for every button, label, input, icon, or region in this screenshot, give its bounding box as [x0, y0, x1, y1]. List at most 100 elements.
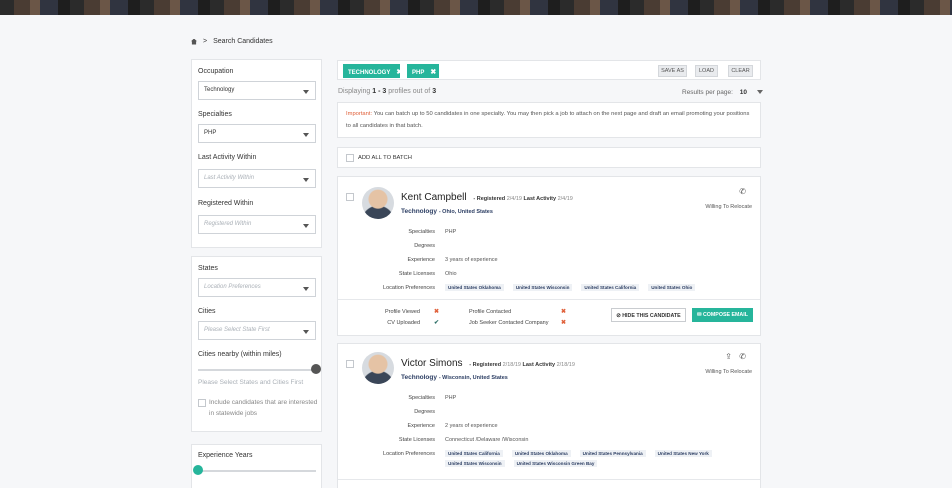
share-icon[interactable]: ⇪	[725, 352, 732, 361]
candidate-checkbox[interactable]	[346, 360, 354, 368]
notice-important: Important:	[346, 111, 373, 117]
willing-relocate: Willing To Relocate	[705, 369, 752, 375]
location-pref-chip: United States New York	[654, 450, 712, 457]
cv-uploaded-label: CV Uploaded	[387, 320, 420, 326]
location-text: - Ohio, United States	[438, 209, 493, 215]
occupation-select[interactable]: Technology	[198, 81, 316, 100]
registered-select[interactable]: Registered Within	[198, 215, 316, 234]
tag-php[interactable]: PHP ✖	[407, 64, 439, 78]
experience-label: Experience Years	[198, 452, 253, 459]
chevron-down-icon	[303, 133, 309, 137]
candidate-name-row: Kent Campbell - Registered 2/4/19 Last A…	[401, 192, 573, 203]
states-placeholder: Location Preferences	[204, 284, 261, 290]
cities-select[interactable]: Please Select State First	[198, 321, 316, 340]
nearby-label: Cities nearby (within miles)	[198, 351, 282, 358]
states-select[interactable]: Location Preferences	[198, 278, 316, 297]
phone-icon[interactable]: ✆	[739, 352, 746, 361]
close-icon[interactable]: ✖	[396, 69, 402, 76]
registered-date: 2/4/19	[506, 196, 522, 202]
load-button[interactable]: LOAD	[695, 65, 718, 77]
state-licenses-value: Connecticut /Delaware /Wisconsin	[445, 437, 529, 443]
state-licenses-value: Ohio	[445, 271, 457, 277]
last-activity-select[interactable]: Last Activity Within	[198, 169, 316, 188]
candidate-name[interactable]: Kent Campbell	[401, 192, 467, 203]
chevron-down-icon	[303, 287, 309, 291]
chevron-down-icon	[303, 90, 309, 94]
tag-technology[interactable]: TECHNOLOGY ✖	[343, 64, 402, 78]
profile-contacted-label: Profile Contacted	[469, 309, 512, 315]
statewide-checkbox[interactable]	[198, 399, 206, 407]
nearby-slider-track[interactable]	[198, 369, 314, 371]
add-all-checkbox[interactable]	[346, 154, 354, 162]
state-licenses-key: State Licenses	[398, 437, 435, 443]
avatar[interactable]	[362, 352, 394, 384]
home-icon[interactable]	[191, 38, 197, 45]
location-pref-chip: United States Wisconsin	[445, 460, 505, 467]
states-label: States	[198, 265, 218, 272]
experience-value: 2 years of experience	[445, 423, 498, 429]
search-tags-bar: TECHNOLOGY ✖ PHP ✖ SAVE AS LOAD CLEAR	[337, 60, 761, 80]
hide-candidate-button[interactable]: ⊘ HIDE THIS CANDIDATE	[611, 308, 686, 322]
nearby-hint: Please Select States and Cities First	[198, 379, 304, 386]
registered-label: - Registered	[473, 196, 506, 202]
location-pref-chip: United States Wisconsin	[512, 284, 573, 291]
experience-key: Experience	[407, 423, 435, 429]
results-range: 1 - 3	[372, 88, 387, 95]
clear-button[interactable]: CLEAR	[728, 65, 753, 77]
candidate-name-row: Victor Simons - Registered 2/18/19 Last …	[401, 358, 575, 369]
breadcrumb-current: Search Candidates	[213, 38, 273, 45]
breadcrumb-separator: >	[203, 38, 208, 45]
occupation-label: Occupation	[198, 68, 234, 75]
profile-viewed-label: Profile Viewed	[384, 309, 420, 315]
statewide-label: Include candidates that are interested i…	[209, 399, 318, 417]
registered-placeholder: Registered Within	[204, 221, 252, 227]
batch-notice: Important: You can batch up to 50 candid…	[337, 102, 761, 138]
job-seeker-contacted-label: Job Seeker Contacted Company	[469, 320, 549, 326]
phone-icon[interactable]: ✆	[739, 187, 746, 196]
location-pref-chip: United States Pennsylvania	[579, 450, 646, 457]
location-pref-chip: United States Oklahoma	[445, 284, 504, 291]
compose-email-label: COMPOSE EMAIL	[702, 311, 748, 318]
specialties-value: PHP	[204, 130, 217, 136]
nearby-slider-handle[interactable]	[311, 364, 321, 374]
last-activity-placeholder: Last Activity Within	[204, 175, 255, 181]
state-licenses-key: State Licenses	[398, 271, 435, 277]
location-pref-chip: United States California	[581, 284, 640, 291]
location-prefs-key: Location Preferences	[383, 285, 435, 291]
tag-php-label: PHP	[412, 70, 425, 76]
location-text: - Wisconsin, United States	[438, 375, 508, 381]
filter-panel-experience: Experience Years	[191, 444, 322, 488]
compose-email-button[interactable]: ✉ COMPOSE EMAIL	[692, 308, 753, 322]
specialties-value: PHP	[445, 229, 457, 235]
avatar[interactable]	[362, 187, 394, 219]
candidate-card: Victor Simons - Registered 2/18/19 Last …	[337, 343, 761, 488]
experience-slider-handle[interactable]	[193, 465, 203, 475]
candidate-checkbox[interactable]	[346, 193, 354, 201]
results-per-page-label: Results per page:	[682, 89, 733, 96]
close-icon[interactable]: ✖	[430, 69, 436, 76]
last-activity-label: Last Activity	[523, 196, 557, 202]
location-prefs-list: United States Oklahoma United States Wisc…	[445, 284, 745, 294]
specialties-select[interactable]: PHP	[198, 124, 316, 143]
experience-slider-track[interactable]	[198, 470, 316, 472]
last-activity-label: Last Activity Within	[198, 154, 257, 161]
results-summary: Displaying 1 - 3 profiles out of 3	[338, 88, 436, 95]
notice-text: You can batch up to 50 candidates in one…	[346, 111, 750, 129]
filter-panel-location: States Location Preferences Cities Pleas…	[191, 256, 322, 432]
location-pref-chip: United States Oklahoma	[511, 450, 571, 457]
x-mark-icon: ✖	[561, 320, 567, 326]
check-mark-icon: ✔	[434, 320, 440, 326]
degrees-key: Degrees	[414, 243, 435, 249]
breadcrumb: > Search Candidates	[191, 38, 273, 45]
last-activity-date: 2/18/19	[556, 362, 575, 368]
header-banner	[0, 0, 952, 15]
experience-key: Experience	[407, 257, 435, 263]
filter-panel-main: Occupation Technology Specialties PHP La…	[191, 59, 322, 248]
save-as-button[interactable]: SAVE AS	[658, 65, 687, 77]
results-per-page[interactable]: Results per page: 10	[682, 89, 763, 96]
location-prefs-key: Location Preferences	[383, 451, 435, 457]
candidate-name[interactable]: Victor Simons	[401, 358, 463, 369]
specialties-label: Specialties	[198, 111, 232, 118]
chevron-down-icon	[303, 330, 309, 334]
chevron-down-icon	[756, 90, 763, 95]
